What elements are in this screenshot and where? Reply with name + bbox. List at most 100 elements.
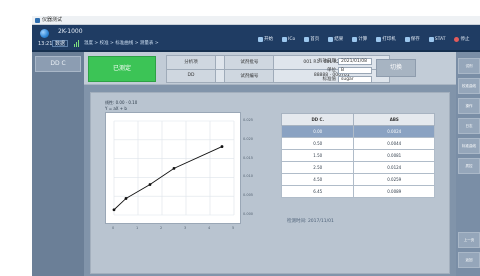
printer-icon: [376, 36, 382, 42]
table-row[interactable]: 4.50 0.0259: [280, 173, 435, 186]
curve-info: 线性: 0.00 · 0.10 Y = aX + b: [105, 100, 137, 112]
home-label: 首页: [310, 37, 320, 42]
calc-label: 计算: [358, 37, 368, 42]
app-icon: [35, 18, 40, 23]
log-button[interactable]: 日志: [458, 118, 480, 134]
conc-cell: 6.45: [280, 185, 355, 198]
y-tick-label: 0.000: [243, 212, 254, 216]
column-header: DD C.: [280, 113, 355, 126]
x-tick-label: 3: [184, 226, 187, 230]
table-row[interactable]: 0.50 0.0044: [280, 137, 435, 150]
standard-curve-button[interactable]: 标准曲线: [458, 138, 480, 154]
stop-label: 停止: [460, 37, 470, 42]
control-icon: [282, 36, 287, 42]
right-panel: 试剂 校准曲线 操作 日志 标准曲线 质控 上一页 返回: [456, 52, 480, 276]
breadcrumb[interactable]: 温度 > 校准 > 标准曲线 > 测量表 >: [84, 40, 159, 47]
field-row: 标准值 sugar: [316, 75, 372, 83]
mode-button[interactable]: 数据: [52, 40, 69, 47]
top-bar: 2K-1000 13:21 数据 温度 > 校准 > 标准曲线 > 测量表 > …: [32, 25, 480, 52]
save-icon: [404, 36, 410, 42]
data-point: [172, 166, 176, 170]
stat-button[interactable]: STAT: [427, 34, 448, 44]
data-point: [148, 183, 152, 186]
stop-icon: [454, 36, 460, 42]
info-key: 试剂批号: [224, 55, 275, 70]
qc-button[interactable]: 质控: [458, 158, 480, 174]
abs-cell: 0.0089: [353, 185, 435, 198]
conc-cell: 4.50: [280, 173, 355, 186]
instrument-model: 2K-1000: [58, 28, 83, 35]
table-row[interactable]: 1.50 0.0081: [280, 149, 435, 162]
info-key: DD: [165, 68, 217, 83]
table-row[interactable]: 0.00 0.0024: [280, 125, 435, 138]
conc-cell: 0.00: [280, 125, 355, 138]
info-bar: 已测定 分析项 试剂批号 001 R1 · 001 R2 · 001 R3 DD…: [84, 52, 456, 85]
back-button[interactable]: 返回: [458, 252, 480, 268]
printer-label: 打印机: [382, 37, 396, 42]
x-tick-label: 4: [208, 226, 211, 230]
calibration-curve-line: [113, 146, 223, 211]
printer-button[interactable]: 打印机: [374, 34, 398, 44]
expiry-date-field[interactable]: 2021/01/08: [338, 57, 372, 65]
y-tick-label: 0.015: [243, 155, 254, 160]
table-row[interactable]: 6.45 0.0089: [280, 185, 435, 198]
reagent-button[interactable]: 试剂: [458, 58, 480, 74]
play-icon: [258, 36, 263, 42]
calibration-curve-button[interactable]: 校准曲线: [458, 78, 480, 94]
main-content: 已测定 分析项 试剂批号 001 R1 · 001 R2 · 001 R3 DD…: [84, 52, 456, 276]
y-tick-label: 0.025: [243, 118, 254, 122]
stat-icon: [428, 36, 434, 42]
info-key: 分析项: [165, 55, 217, 70]
info-value: [215, 68, 226, 83]
status-button[interactable]: 已测定: [88, 56, 156, 82]
column-header: ABS: [353, 113, 435, 126]
calc-icon: [352, 36, 358, 42]
calibration-date: 检测时间: 2017/11/01: [287, 219, 334, 224]
operation-button[interactable]: 操作: [458, 98, 480, 114]
calibration-chart: [105, 112, 241, 224]
abs-cell: 0.0259: [353, 173, 435, 186]
clock: 13:21: [38, 41, 53, 47]
prev-page-button[interactable]: 上一页: [458, 232, 480, 248]
y-tick-label: 0.020: [243, 136, 254, 141]
data-table: DD C. ABS 0.00 0.0024 0.50 0.0044 1.50 0.00…: [280, 113, 435, 198]
save-button[interactable]: 保存: [403, 34, 422, 44]
current-item-button[interactable]: DD C: [35, 56, 81, 72]
result-label: 结果: [334, 37, 344, 42]
field-label: 有效日期: [318, 59, 336, 64]
switch-button[interactable]: 切换: [376, 59, 416, 77]
home-icon: [304, 36, 310, 42]
control-button[interactable]: ICo: [280, 34, 297, 44]
result-button[interactable]: 结果: [326, 34, 345, 44]
calibration-panel: 线性: 0.00 · 0.10 Y = aX + b DD C. ABS 0.0…: [90, 92, 450, 274]
calc-button[interactable]: 计算: [350, 34, 369, 44]
stop-button[interactable]: 停止: [452, 34, 471, 44]
info-value: [215, 55, 226, 70]
x-tick-label: 5: [232, 226, 235, 230]
conc-cell: 2.50: [280, 161, 355, 174]
conc-cell: 0.50: [280, 137, 355, 150]
y-tick-label: 0.010: [243, 174, 254, 179]
field-row: 有效日期 2021/01/08: [316, 57, 372, 65]
y-tick-label: 0.005: [243, 193, 254, 198]
data-point: [112, 208, 116, 212]
x-tick-label: 2: [160, 226, 163, 230]
start-label: 开始: [264, 37, 273, 42]
standard-field[interactable]: sugar: [338, 75, 372, 83]
toolbar: 开始 ICo 首页 结果 计算 打印机 保存 STAT 停止: [256, 34, 471, 44]
field-label: 单位: [327, 68, 336, 73]
table-row[interactable]: 2.50 0.0124: [280, 161, 435, 174]
table-header-row: DD C. ABS: [280, 113, 435, 126]
field-label: 标准值: [322, 77, 337, 82]
save-label: 保存: [410, 37, 420, 42]
info-key: 试剂编号: [224, 68, 275, 83]
unit-field[interactable]: B: [338, 66, 372, 74]
start-button[interactable]: 开始: [256, 34, 275, 44]
home-button[interactable]: 首页: [302, 34, 321, 44]
field-column: 有效日期 2021/01/08 单位 B 标准值 sugar: [316, 57, 372, 84]
abs-cell: 0.0081: [353, 149, 435, 162]
stat-label: STAT: [434, 36, 446, 42]
left-panel: DD C: [32, 52, 84, 276]
window-title: 仪器测试: [42, 17, 63, 23]
x-tick-label: 1: [136, 226, 139, 230]
